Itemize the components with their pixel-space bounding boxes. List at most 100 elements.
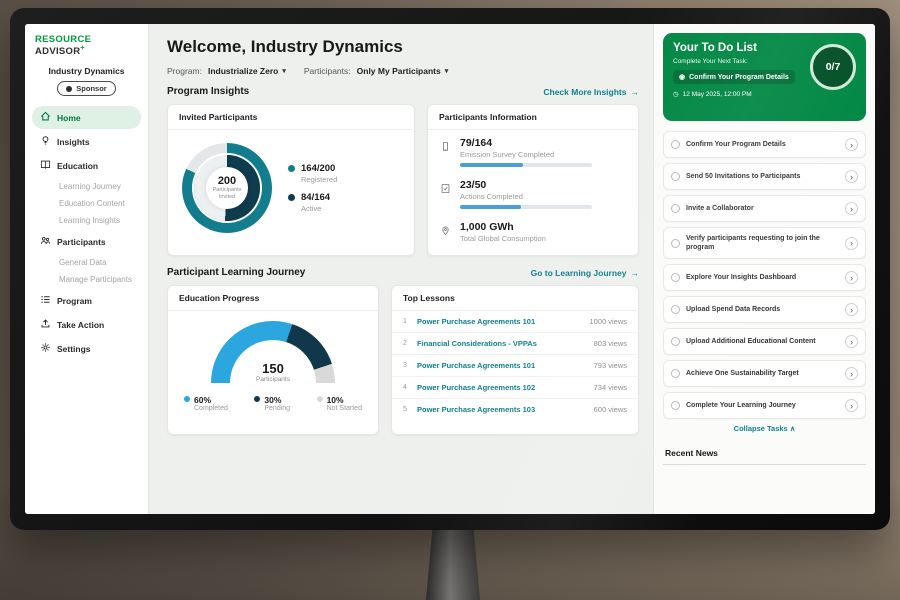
checkbox-icon[interactable] — [671, 140, 680, 149]
monitor-stand — [426, 528, 480, 600]
people-icon — [40, 235, 51, 248]
checkbox-icon[interactable] — [671, 369, 680, 378]
task-item[interactable]: Complete Your Learning Journey › — [663, 392, 866, 419]
checkbox-icon[interactable] — [671, 239, 680, 248]
chevron-right-icon[interactable]: › — [845, 202, 858, 215]
screen: RESOURCE ADVISOR+ Industry Dynamics Spon… — [25, 24, 875, 514]
task-item[interactable]: Upload Additional Educational Content › — [663, 328, 866, 355]
task-item[interactable]: Invite a Collaborator › — [663, 195, 866, 222]
stat-row: 1,000 GWh Total Global Consumption — [428, 214, 638, 252]
chevron-right-icon[interactable]: › — [845, 399, 858, 412]
stat-row: 79/164 Emission Survey Completed — [428, 130, 638, 172]
education-progress-card: Education Progress 150 Participants — [167, 285, 379, 435]
sponsor-icon — [66, 86, 72, 92]
sidebar-item-program[interactable]: Program — [32, 289, 141, 312]
sidebar-item-settings[interactable]: Settings — [32, 337, 141, 360]
chevron-right-icon[interactable]: › — [845, 138, 858, 151]
checkbox-icon[interactable] — [671, 337, 680, 346]
collapse-tasks-link[interactable]: Collapse Tasks ∧ — [663, 424, 866, 433]
scene-background: RESOURCE ADVISOR+ Industry Dynamics Spon… — [0, 0, 900, 600]
go-to-learning-journey-link[interactable]: Go to Learning Journey → — [531, 268, 639, 278]
org-name: Industry Dynamics — [32, 66, 141, 76]
donut-center: 200 Participants Invited — [206, 167, 248, 209]
book-icon — [40, 159, 51, 172]
sidebar-item-take-action[interactable]: Take Action — [32, 313, 141, 336]
invited-legend: 164/200 Registered 84/164 Active — [288, 155, 337, 221]
sidebar-item-education-content[interactable]: Education Content — [32, 195, 141, 212]
chevron-right-icon[interactable]: › — [845, 367, 858, 380]
task-item[interactable]: Confirm Your Program Details › — [663, 131, 866, 158]
sponsor-badge[interactable]: Sponsor — [57, 81, 115, 96]
upload-icon — [40, 318, 51, 331]
caret-up-icon: ∧ — [790, 424, 796, 433]
education-legend: 60% Completed 30% Pending — [168, 383, 378, 412]
checkbox-icon[interactable] — [671, 305, 680, 314]
card-title: Participants Information — [428, 105, 638, 130]
checkbox-icon[interactable] — [671, 401, 680, 410]
chevron-down-icon: ▾ — [282, 67, 286, 75]
sidebar: RESOURCE ADVISOR+ Industry Dynamics Spon… — [25, 24, 149, 514]
section-title: Program Insights — [167, 86, 249, 97]
task-item[interactable]: Achieve One Sustainability Target › — [663, 360, 866, 387]
gauge-center: 150 Participants — [211, 361, 335, 383]
lesson-row: 1 Power Purchase Agreements 101 1000 vie… — [392, 311, 638, 333]
checklist-icon — [440, 181, 451, 199]
invited-donut-chart: 200 Participants Invited — [182, 143, 272, 233]
participants-information-card: Participants Information 79/164 Emission… — [427, 104, 639, 256]
top-lessons-card: Top Lessons 1 Power Purchase Agreements … — [391, 285, 639, 435]
next-task-pill[interactable]: ◉ Confirm Your Program Details — [673, 70, 795, 84]
checkbox-icon[interactable] — [671, 172, 680, 181]
section-title: Participant Learning Journey — [167, 267, 305, 278]
legend-item: 164/200 Registered — [288, 163, 337, 184]
chevron-right-icon[interactable]: › — [845, 170, 858, 183]
lesson-row: 4 Power Purchase Agreements 102 734 view… — [392, 377, 638, 399]
chevron-right-icon[interactable]: › — [845, 237, 858, 250]
legend-dot — [317, 396, 323, 402]
legend-item: 60% Completed — [184, 395, 228, 412]
sidebar-item-learning-insights[interactable]: Learning Insights — [32, 212, 141, 229]
lesson-link[interactable]: Power Purchase Agreements 103 — [417, 405, 587, 414]
task-item[interactable]: Explore Your Insights Dashboard › — [663, 264, 866, 291]
monitor: RESOURCE ADVISOR+ Industry Dynamics Spon… — [10, 8, 890, 530]
sidebar-item-participants[interactable]: Participants — [32, 230, 141, 253]
sidebar-item-manage-participants[interactable]: Manage Participants — [32, 271, 141, 288]
check-more-insights-link[interactable]: Check More Insights → — [543, 87, 639, 97]
program-insights-row: Invited Participants 200 Participants In… — [167, 104, 639, 256]
sponsor-badge-label: Sponsor — [76, 84, 106, 93]
filter-bar: Program: Industrialize Zero ▾ Participan… — [167, 66, 639, 76]
chevron-right-icon[interactable]: › — [845, 303, 858, 316]
lesson-link[interactable]: Power Purchase Agreements 102 — [417, 383, 587, 392]
location-pin-icon — [440, 223, 451, 241]
chevron-right-icon[interactable]: › — [845, 335, 858, 348]
program-filter-label: Program: — [167, 66, 202, 76]
task-item[interactable]: Send 50 Invitations to Participants › — [663, 163, 866, 190]
progress-bar — [460, 163, 592, 167]
education-gauge-chart: 150 Participants — [211, 321, 335, 383]
sidebar-item-education[interactable]: Education — [32, 154, 141, 177]
invited-participants-card: Invited Participants 200 Participants In… — [167, 104, 415, 256]
participants-filter-dropdown[interactable]: Only My Participants ▾ — [357, 66, 449, 76]
sidebar-item-insights[interactable]: Insights — [32, 130, 141, 153]
lesson-link[interactable]: Power Purchase Agreements 101 — [417, 317, 582, 326]
lesson-row: 3 Power Purchase Agreements 101 793 view… — [392, 355, 638, 377]
chevron-right-icon[interactable]: › — [845, 271, 858, 284]
legend-dot — [184, 396, 190, 402]
sidebar-item-general-data[interactable]: General Data — [32, 254, 141, 271]
home-icon — [40, 111, 51, 124]
task-item[interactable]: Verify participants requesting to join t… — [663, 227, 866, 259]
arrow-right-icon: → — [631, 87, 640, 97]
learning-journey-header: Participant Learning Journey Go to Learn… — [167, 267, 639, 278]
participants-filter-label: Participants: — [304, 66, 351, 76]
legend-item: 30% Pending — [254, 395, 290, 412]
todo-panel: Your To Do List Complete Your Next Task:… — [653, 24, 875, 514]
program-filter-dropdown[interactable]: Industrialize Zero ▾ — [208, 66, 286, 76]
lesson-link[interactable]: Financial Considerations - VPPAs — [417, 339, 587, 348]
lesson-link[interactable]: Power Purchase Agreements 101 — [417, 361, 587, 370]
brand-plus: + — [80, 45, 84, 52]
checkbox-icon[interactable] — [671, 204, 680, 213]
checkbox-icon[interactable] — [671, 273, 680, 282]
task-list: Confirm Your Program Details › Send 50 I… — [663, 131, 866, 419]
sidebar-item-home[interactable]: Home — [32, 106, 141, 129]
sidebar-item-learning-journey[interactable]: Learning Journey — [32, 178, 141, 195]
task-item[interactable]: Upload Spend Data Records › — [663, 296, 866, 323]
